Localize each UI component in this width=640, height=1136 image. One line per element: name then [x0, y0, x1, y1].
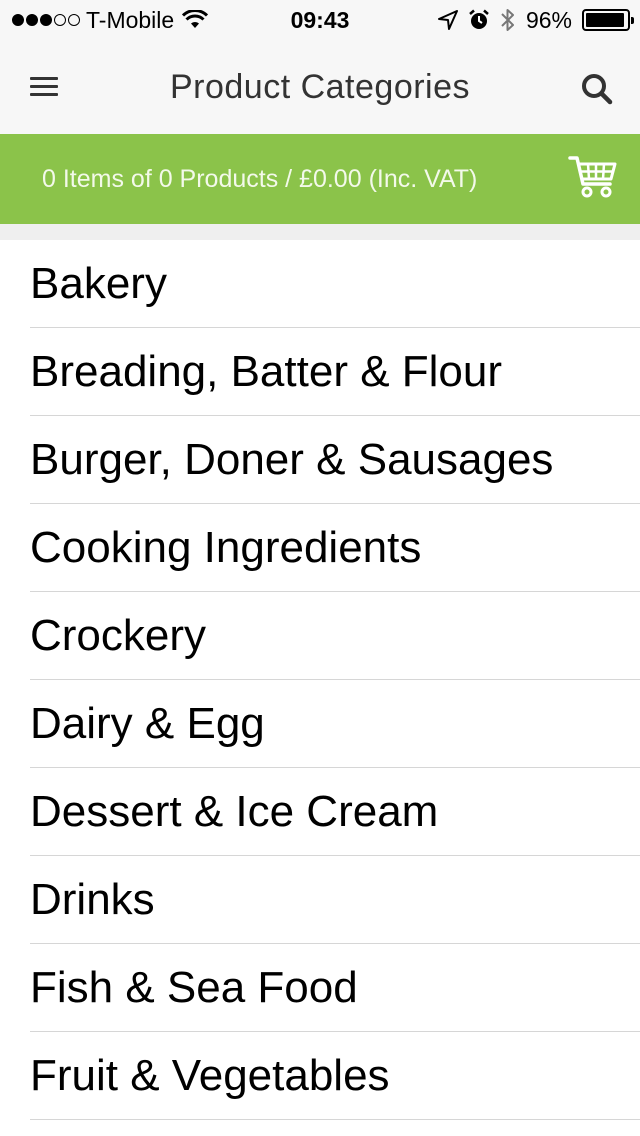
category-item[interactable]: Drinks	[30, 856, 640, 944]
menu-button[interactable]	[30, 77, 58, 99]
category-item[interactable]: Fruit & Vegetables	[30, 1032, 640, 1120]
category-list: Bakery Breading, Batter & Flour Burger, …	[0, 240, 640, 1120]
category-item[interactable]: Dairy & Egg	[30, 680, 640, 768]
menu-icon	[30, 85, 58, 88]
signal-dot	[12, 14, 24, 26]
battery-percent: 96%	[525, 6, 572, 33]
alarm-icon	[469, 9, 489, 29]
category-item[interactable]: Cooking Ingredients	[30, 504, 640, 592]
location-arrow-icon	[437, 10, 458, 30]
cart-summary-bar[interactable]: 0 Items of 0 Products / £0.00 (Inc. VAT)	[0, 134, 640, 224]
category-item[interactable]: Bakery	[30, 240, 640, 328]
menu-icon	[30, 93, 58, 96]
nav-bar: Product Categories	[0, 40, 640, 134]
status-left: T-Mobile	[12, 0, 209, 40]
signal-dot	[40, 14, 52, 26]
status-right: 96%	[437, 0, 634, 40]
category-item[interactable]: Breading, Batter & Flour	[30, 328, 640, 416]
page-title: Product Categories	[169, 68, 471, 106]
search-icon[interactable]	[580, 72, 614, 106]
signal-dot	[26, 14, 38, 26]
section-spacer	[0, 224, 640, 240]
signal-dot	[54, 14, 66, 26]
carrier-name: T-Mobile	[86, 6, 175, 33]
category-item[interactable]: Burger, Doner & Sausages	[30, 416, 640, 504]
cart-summary-text: 0 Items of 0 Products / £0.00 (Inc. VAT)	[42, 165, 478, 193]
menu-icon	[30, 77, 58, 80]
cart-icon[interactable]	[568, 154, 618, 200]
category-item[interactable]: Crockery	[30, 592, 640, 680]
bluetooth-icon	[501, 9, 514, 31]
signal-dot	[68, 14, 80, 26]
battery-fill	[586, 13, 625, 27]
signal-strength-icon	[12, 14, 80, 26]
status-bar: T-Mobile 09:43 96%	[0, 0, 640, 40]
category-item[interactable]: Dessert & Ice Cream	[30, 768, 640, 856]
wifi-icon	[182, 10, 209, 28]
battery-icon	[582, 9, 634, 31]
category-item[interactable]: Fish & Sea Food	[30, 944, 640, 1032]
